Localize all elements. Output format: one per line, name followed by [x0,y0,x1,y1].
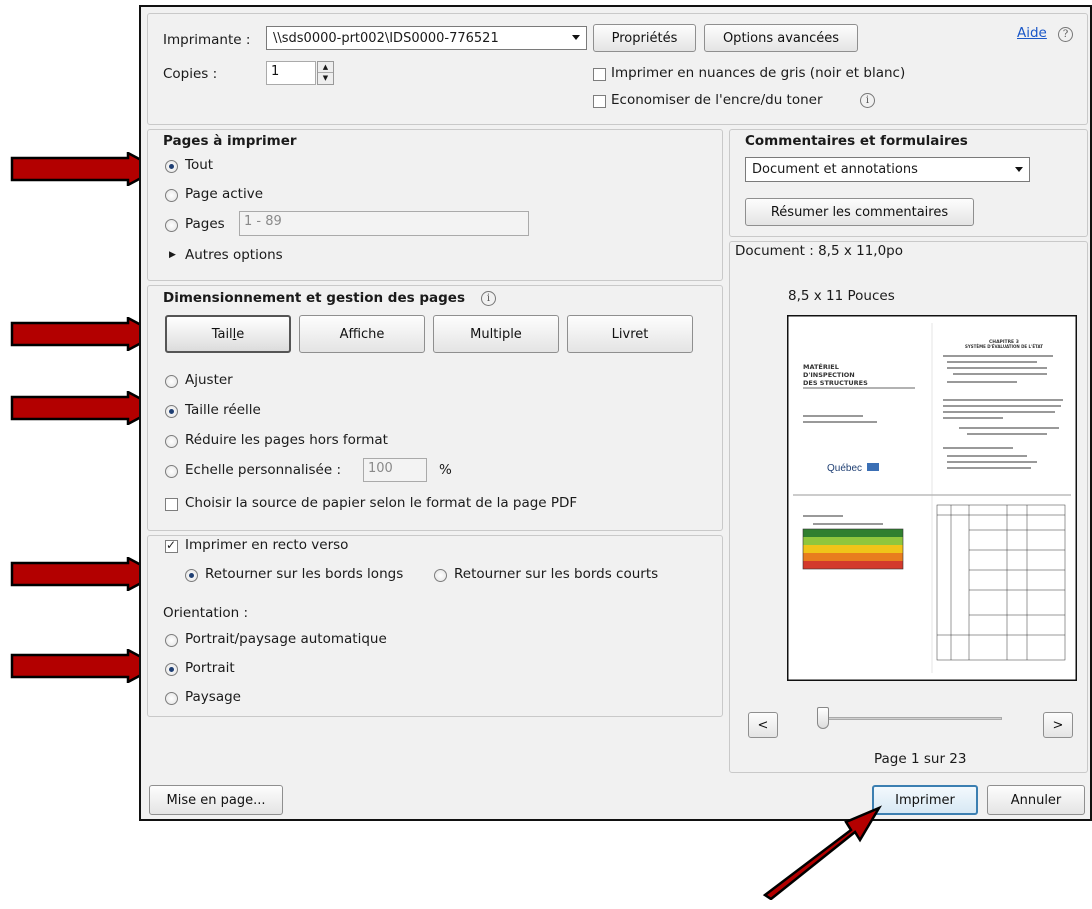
tab-poster[interactable]: Affiche [299,315,425,353]
current-page-label: Page active [185,186,264,202]
info-icon[interactable]: i [860,93,875,108]
long-edge-radio[interactable] [185,569,198,582]
actual-size-radio[interactable] [165,405,178,418]
copies-input[interactable]: 1 [266,61,316,85]
thumb-main-title-3: DES STRUCTURES [803,379,868,387]
page-preview: MATÉRIEL D'INSPECTION DES STRUCTURES Qué… [787,315,1077,681]
thumb-chapter-sub: SYSTÈME D'ÉVALUATION DE L'ÉTAT [965,344,1043,349]
help-icon[interactable]: ? [1058,27,1073,42]
summarize-comments-button[interactable]: Résumer les commentaires [745,198,974,226]
long-edge-label: Retourner sur les bords longs [205,566,404,582]
print-button[interactable]: Imprimer [872,785,978,815]
page-setup-button[interactable]: Mise en page... [149,785,283,815]
custom-scale-label: Echelle personnalisée : [185,462,342,478]
next-page-button[interactable]: > [1043,712,1073,738]
pages-range-label: Pages [185,216,225,232]
annotation-arrow-duplex [10,557,160,591]
printer-label: Imprimante : [163,32,251,48]
percent-label: % [439,462,452,478]
thumb-logo: Québec [827,463,862,474]
thumb-color-table [802,528,904,570]
paper-source-checkbox[interactable] [165,498,178,511]
pages-title: Pages à imprimer [163,133,297,149]
paper-size-label: 8,5 x 11 Pouces [788,288,895,304]
annotation-arrow-actual-size [10,391,160,425]
zoom-slider-thumb[interactable] [817,707,829,729]
shrink-label: Réduire les pages hors format [185,432,388,448]
copies-stepper[interactable]: ▲ ▼ [317,61,334,85]
sizing-info-icon[interactable]: i [481,291,496,306]
pages-range-input[interactable]: 1 - 89 [239,211,529,236]
fit-radio[interactable] [165,375,178,388]
all-pages-label: Tout [185,157,214,173]
comments-value: Document et annotations [752,162,918,177]
annotation-arrow-print [762,805,883,900]
duplex-label: Imprimer en recto verso [185,537,349,553]
orientation-label: Orientation : [163,605,249,621]
current-page-radio[interactable] [165,189,178,202]
landscape-label: Paysage [185,689,241,705]
stepper-down-icon[interactable]: ▼ [318,73,333,84]
annotation-arrow-portrait [10,649,160,683]
properties-button[interactable]: Propriétés [593,24,696,52]
chevron-down-icon [572,35,580,40]
more-options-label[interactable]: Autres options [185,247,283,263]
help-link[interactable]: Aide [1017,25,1047,41]
printer-value: \\sds0000-prt002\IDS0000-776521 [273,30,499,46]
sizing-title: Dimensionnement et gestion des pages [163,290,465,306]
page-info-label: Page 1 sur 23 [874,751,967,767]
pages-range-radio[interactable] [165,219,178,232]
stepper-up-icon[interactable]: ▲ [318,62,333,73]
annotation-arrow-all [10,152,160,186]
tab-size-label-post: e [236,326,245,342]
cancel-button[interactable]: Annuler [987,785,1085,815]
zoom-slider-track[interactable] [817,717,1002,720]
auto-orientation-label: Portrait/paysage automatique [185,631,387,647]
chevron-down-icon [1015,166,1023,172]
grayscale-label: Imprimer en nuances de gris (noir et bla… [611,65,906,81]
expand-triangle-icon[interactable]: ▶ [169,250,176,260]
paper-source-label: Choisir la source de papier selon le for… [185,495,578,511]
previous-page-button[interactable]: < [748,712,778,738]
custom-scale-input[interactable]: 100 [363,458,427,482]
portrait-label: Portrait [185,660,235,676]
printer-select[interactable]: \\sds0000-prt002\IDS0000-776521 [266,26,587,50]
custom-scale-radio[interactable] [165,465,178,478]
annotation-arrow-size [10,317,160,351]
copies-label: Copies : [163,66,218,82]
save-ink-checkbox[interactable] [593,95,606,108]
short-edge-radio[interactable] [434,569,447,582]
shrink-radio[interactable] [165,435,178,448]
tab-booklet[interactable]: Livret [567,315,693,353]
grayscale-checkbox[interactable] [593,68,606,81]
save-ink-label: Economiser de l'encre/du toner [611,92,823,108]
tab-size[interactable]: Tail l e [165,315,291,353]
actual-size-label: Taille réelle [185,402,261,418]
portrait-radio[interactable] [165,663,178,676]
print-dialog: Imprimante : \\sds0000-prt002\IDS0000-77… [139,5,1092,821]
thumb-main-title-1: MATÉRIEL [803,362,839,371]
auto-orientation-radio[interactable] [165,634,178,647]
fit-label: Ajuster [185,372,233,388]
comments-select[interactable]: Document et annotations [745,157,1030,182]
comments-title: Commentaires et formulaires [745,133,968,149]
advanced-options-button[interactable]: Options avancées [704,24,858,52]
tab-size-label-pre: Tail [211,326,233,342]
landscape-radio[interactable] [165,692,178,705]
thumb-main-title-2: D'INSPECTION [803,371,855,379]
all-pages-radio[interactable] [165,160,178,173]
thumb-logo-flag [867,463,879,471]
document-size-label: Document : 8,5 x 11,0po [735,243,903,259]
short-edge-label: Retourner sur les bords courts [454,566,659,582]
tab-multiple[interactable]: Multiple [433,315,559,353]
duplex-checkbox[interactable] [165,538,178,553]
